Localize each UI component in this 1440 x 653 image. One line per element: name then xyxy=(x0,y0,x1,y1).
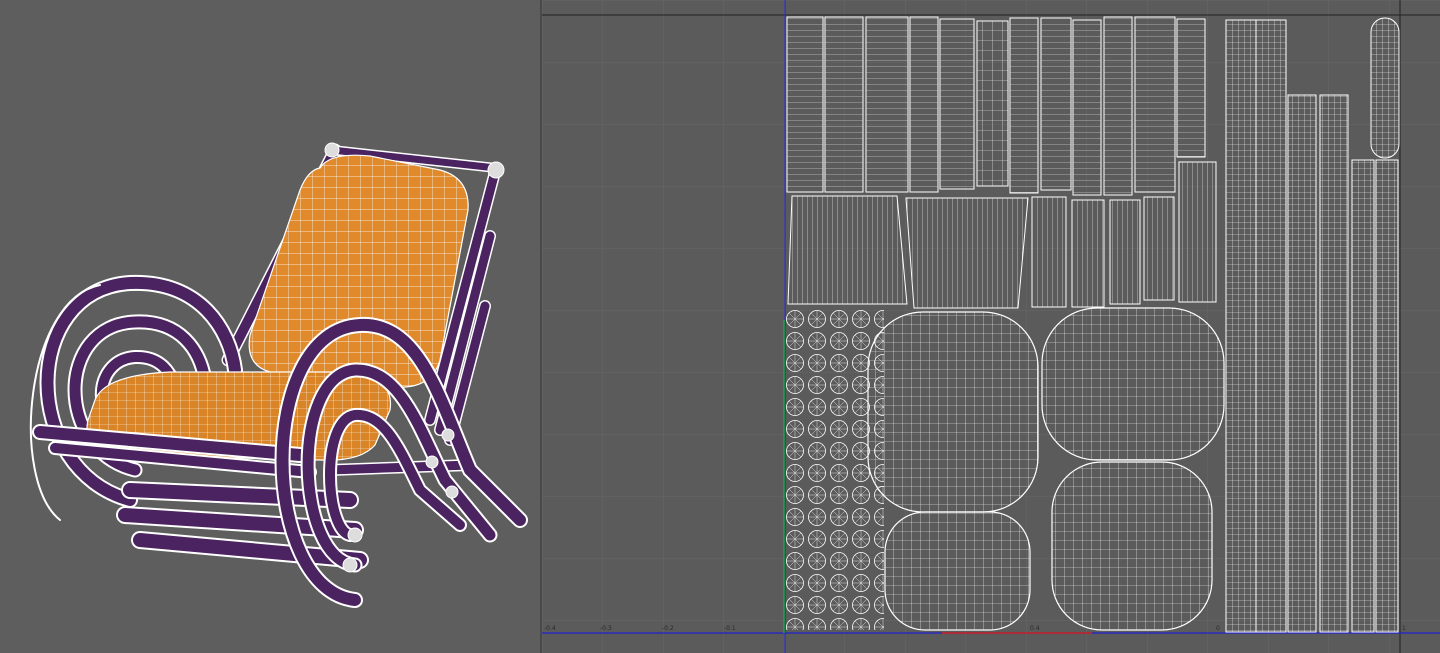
3d-viewport[interactable] xyxy=(0,0,540,653)
backrest-cushion xyxy=(248,154,469,388)
tick-label: -0.4 xyxy=(544,625,556,632)
tick-label: -0.1 xyxy=(724,625,736,632)
chair-model[interactable] xyxy=(0,0,540,653)
tick-label: 1 xyxy=(1402,625,1406,632)
tick-label: -0.2 xyxy=(662,625,674,632)
uv-editor-viewport[interactable]: -0.4 -0.3 -0.2 -0.1 0.4 0 1 xyxy=(542,0,1440,653)
tick-label: 0 xyxy=(1216,625,1220,632)
tick-label: 0.4 xyxy=(1030,625,1040,632)
uv-shells-long-strips xyxy=(1225,17,1400,633)
uv-layout[interactable]: -0.4 -0.3 -0.2 -0.1 0.4 0 1 xyxy=(542,0,1440,653)
tick-label: -0.3 xyxy=(600,625,612,632)
uv-shells-tall-strips xyxy=(786,16,1206,196)
